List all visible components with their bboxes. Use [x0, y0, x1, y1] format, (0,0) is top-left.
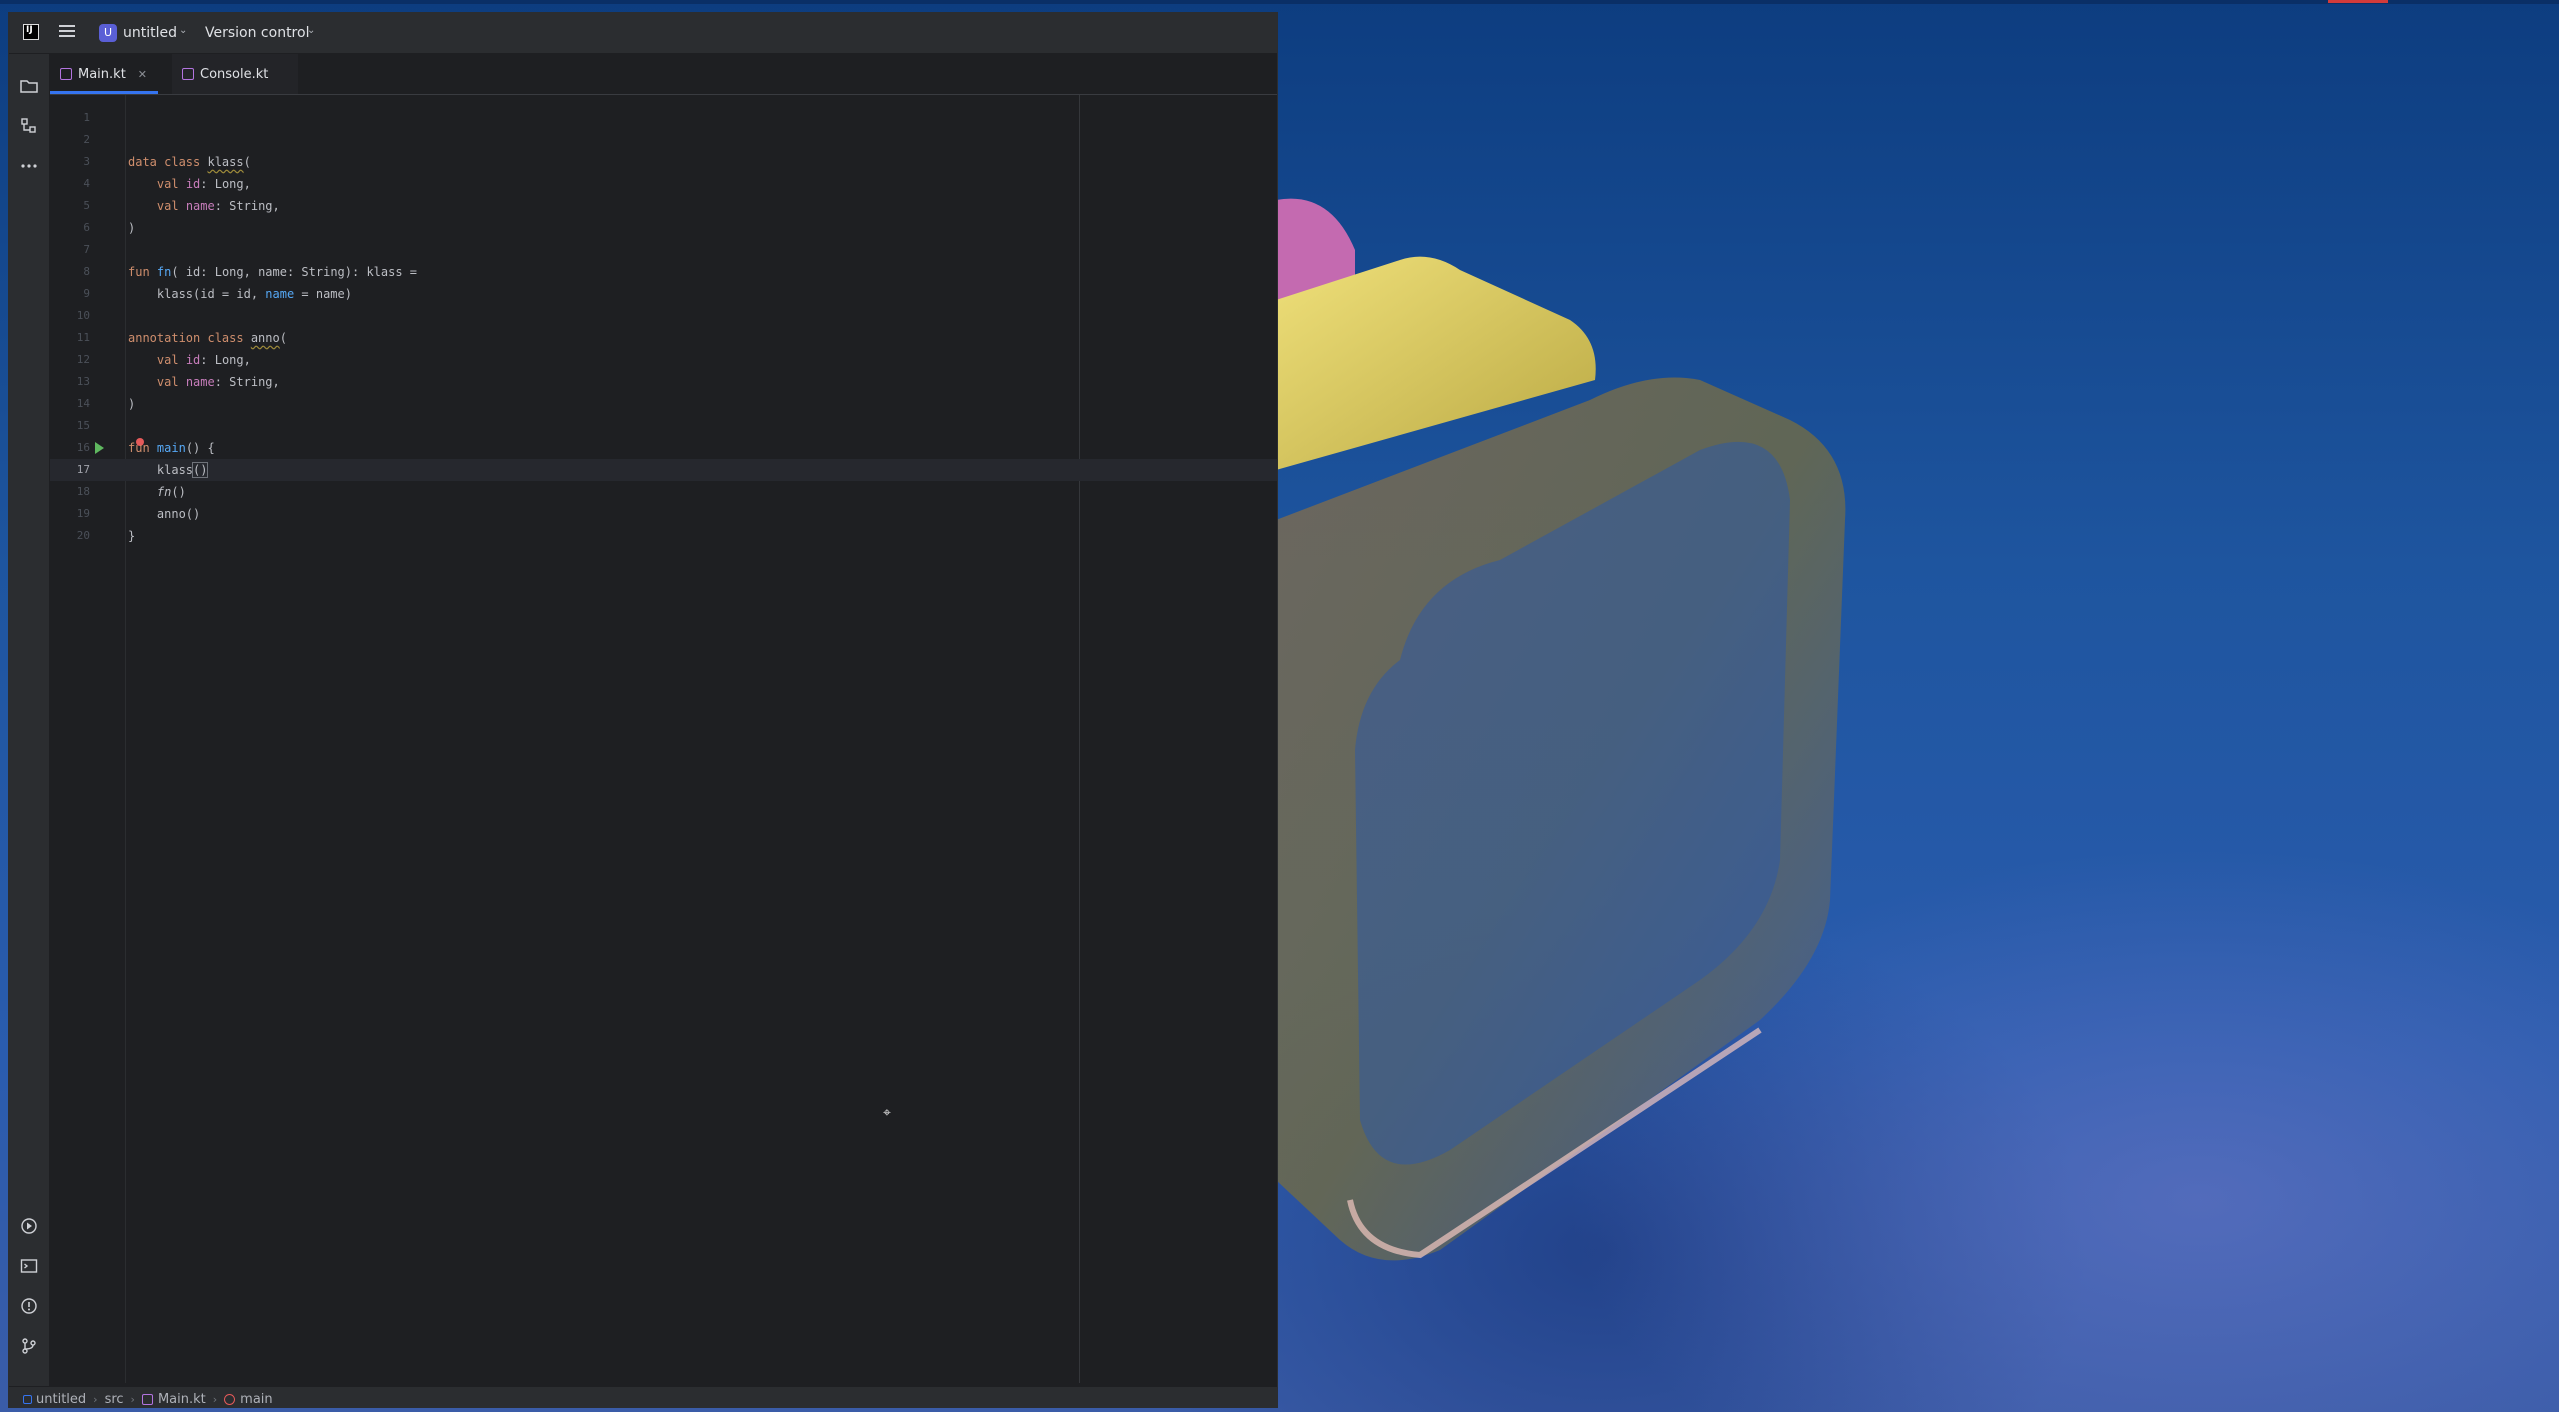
- function-icon: [224, 1393, 236, 1405]
- tool-window-strip: [9, 54, 50, 1386]
- line-number: 8: [83, 265, 90, 278]
- chevron-right-icon: ›: [130, 1392, 135, 1406]
- ide-logo-icon[interactable]: IJ: [23, 24, 39, 40]
- code-line[interactable]: 19 anno(): [50, 503, 1277, 525]
- code-line[interactable]: 15: [50, 415, 1277, 437]
- main-menu-icon[interactable]: [59, 25, 75, 39]
- kotlin-file-icon: [141, 1393, 153, 1405]
- code-line[interactable]: 13 val name: String,: [50, 371, 1277, 393]
- tab-console-kt[interactable]: Console.kt: [182, 54, 268, 94]
- breadcrumb-label: main: [240, 1391, 273, 1407]
- run-icon[interactable]: [19, 1216, 39, 1236]
- code-line[interactable]: 6): [50, 217, 1277, 239]
- chevron-right-icon: ›: [212, 1392, 218, 1406]
- line-number: 12: [76, 353, 90, 366]
- line-number: 11: [76, 331, 90, 344]
- line-number: 6: [83, 221, 90, 234]
- code-text: anno(): [128, 507, 201, 521]
- git-icon[interactable]: [19, 1336, 39, 1356]
- line-number: 3: [83, 155, 90, 168]
- line-number: 16: [76, 441, 90, 454]
- tab-main-kt[interactable]: Main.kt ✕: [50, 54, 158, 94]
- kotlin-file-icon: [60, 68, 72, 80]
- code-text: ): [128, 221, 136, 235]
- line-number: 14: [76, 397, 90, 410]
- code-line-current[interactable]: 17 klass(): [50, 459, 1277, 481]
- code-line[interactable]: 8 fun fn( id: Long, name: String): klass …: [50, 261, 1277, 283]
- code-line[interactable]: 4 val id: Long,: [50, 173, 1277, 195]
- structure-icon[interactable]: [19, 116, 39, 136]
- more-icon[interactable]: [19, 156, 39, 176]
- breadcrumb-project[interactable]: untitled: [23, 1392, 86, 1407]
- code-text: ): [128, 397, 136, 411]
- code-text: fun fn( id: Long, name: String): klass =: [128, 265, 418, 279]
- code-text: }: [128, 529, 136, 543]
- mouse-pointer-icon: ⌖: [883, 1105, 891, 1121]
- line-number: 2: [83, 133, 90, 146]
- code-line[interactable]: 1: [50, 107, 1277, 129]
- line-number: 19: [76, 507, 90, 520]
- line-number: 7: [83, 243, 90, 256]
- chevron-down-icon[interactable]: ⌄: [179, 25, 187, 36]
- folder-icon[interactable]: [19, 76, 39, 96]
- kotlin-file-icon: [182, 68, 194, 80]
- line-number: 1: [83, 111, 90, 124]
- code-editor[interactable]: 1 2 3 data class klass( 4 val id: Long, 5…: [50, 95, 1277, 1383]
- code-line[interactable]: 9 klass(id = id, name = name): [50, 283, 1277, 305]
- code-line[interactable]: 7: [50, 239, 1277, 261]
- line-number: 20: [76, 529, 90, 542]
- breadcrumb-src[interactable]: src: [105, 1392, 124, 1407]
- code-text: klass(): [128, 462, 209, 478]
- code-text: val name: String,: [156, 375, 280, 389]
- code-line[interactable]: 11 annotation class anno(: [50, 327, 1277, 349]
- line-number: 18: [76, 485, 90, 498]
- version-control-dropdown[interactable]: Version control: [205, 25, 309, 41]
- line-number: 17: [76, 463, 90, 476]
- code-line[interactable]: 3 data class klass(: [50, 151, 1277, 173]
- chevron-right-icon: ›: [93, 1392, 98, 1406]
- chevron-down-icon[interactable]: ⌄: [307, 25, 315, 36]
- ide-window: IJ U untitled ⌄ Version control ⌄ Main.k…: [8, 12, 1278, 1408]
- code-line[interactable]: 16 fun main() {: [50, 437, 1277, 459]
- project-name-dropdown[interactable]: untitled: [123, 25, 177, 41]
- code-line[interactable]: 12 val id: Long,: [50, 349, 1277, 371]
- terminal-icon[interactable]: [19, 1256, 39, 1276]
- close-icon[interactable]: ✕: [138, 68, 147, 81]
- line-number: 5: [83, 199, 90, 212]
- module-icon: [23, 1394, 32, 1404]
- breadcrumb-label: untitled: [36, 1391, 87, 1407]
- code-line[interactable]: 10: [50, 305, 1277, 327]
- project-badge[interactable]: U: [99, 24, 117, 42]
- code-text: val id: Long,: [156, 177, 251, 191]
- line-number: 15: [76, 419, 90, 432]
- title-bar: IJ U untitled ⌄ Version control ⌄: [9, 13, 1277, 54]
- code-text: val name: String,: [156, 199, 280, 213]
- problems-icon[interactable]: [19, 1296, 39, 1316]
- breadcrumb-label: Main.kt: [157, 1391, 206, 1407]
- code-line[interactable]: 20}: [50, 525, 1277, 547]
- code-line[interactable]: 5 val name: String,: [50, 195, 1277, 217]
- breadcrumb-file[interactable]: Main.kt: [141, 1391, 206, 1407]
- code-line[interactable]: 2: [50, 129, 1277, 151]
- code-text: val id: Long,: [156, 353, 251, 367]
- line-number: 10: [76, 309, 90, 322]
- code-text: fn(): [156, 485, 186, 499]
- tab-label: Console.kt: [200, 66, 269, 82]
- line-number: 4: [83, 177, 90, 190]
- code-text: annotation class anno(: [128, 331, 287, 345]
- line-number: 9: [83, 287, 90, 300]
- editor-tab-bar: Main.kt ✕ Console.kt: [50, 54, 1277, 95]
- code-text: fun main() {: [128, 441, 215, 455]
- line-number: 13: [76, 375, 90, 388]
- code-text: data class klass(: [128, 155, 251, 169]
- breadcrumb-function[interactable]: main: [224, 1391, 273, 1407]
- code-line[interactable]: 14): [50, 393, 1277, 415]
- code-text: klass(id = id, name = name): [128, 287, 352, 301]
- run-gutter-icon[interactable]: [95, 442, 104, 454]
- code-line[interactable]: 18 fn(): [50, 481, 1277, 503]
- navigation-bar: untitled › src › Main.kt › main: [9, 1386, 1277, 1407]
- breadcrumb-label: src: [104, 1391, 124, 1407]
- tab-label: Main.kt: [78, 66, 126, 82]
